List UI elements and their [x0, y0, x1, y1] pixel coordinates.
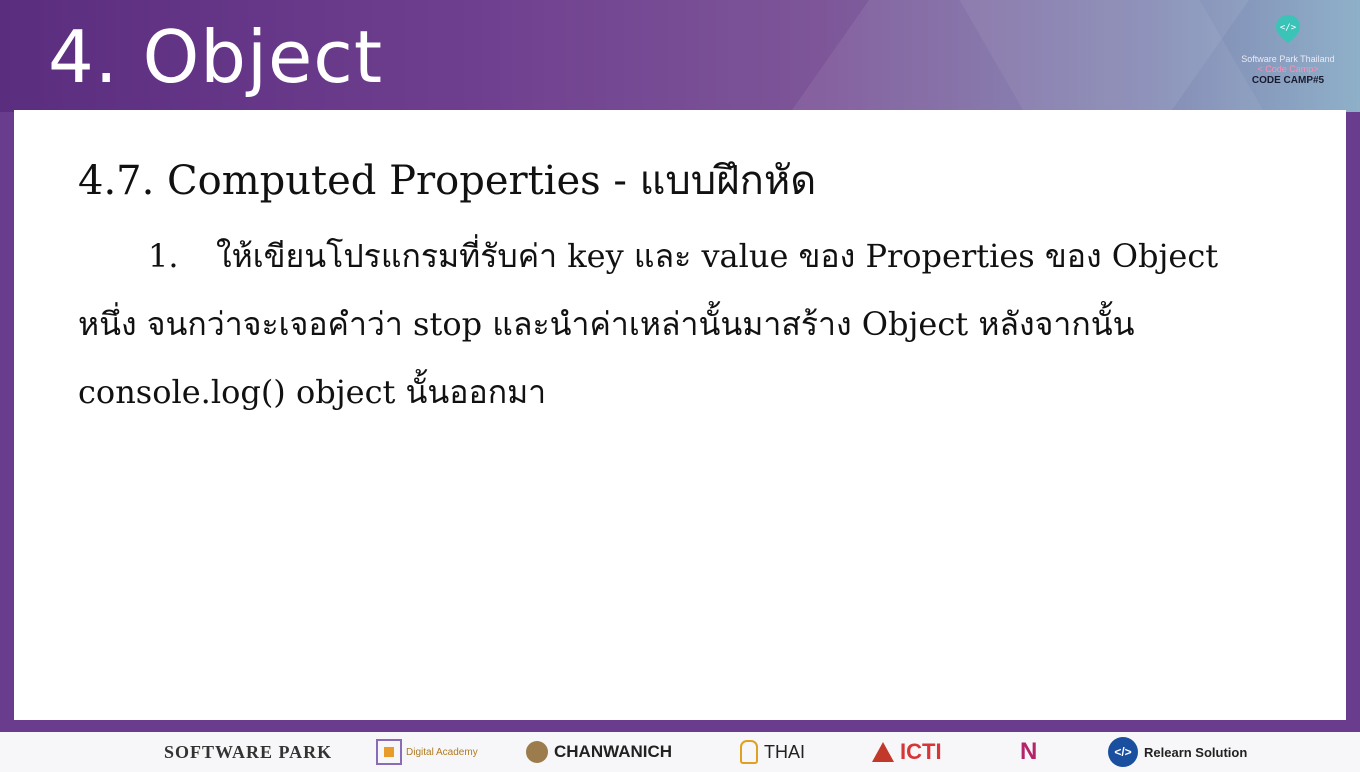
- thai-programmer-logo: THAI: [740, 738, 805, 766]
- code-icon: </>: [1108, 737, 1138, 767]
- slide-header: 4. Object </> Software Park Thailand < C…: [0, 0, 1360, 112]
- chanwanich-logo: CHANWANICH: [526, 738, 672, 766]
- section-heading: 4.7. Computed Properties - แบบฝึกหัด: [78, 158, 817, 204]
- exercise-line-3: console.log() object นั้นออกมา: [78, 373, 547, 411]
- exercise-line-1: 1. ให้เขียนโปรแกรมที่รับค่า key และ value…: [78, 222, 1318, 290]
- digital-academy-logo: Digital Academy: [376, 738, 478, 766]
- exercise-line-2: หนึ่ง จนกว่าจะเจอคำว่า stop และนำค่าเหล่…: [78, 305, 1135, 343]
- chip-icon: [376, 739, 402, 765]
- n-logo: N: [1020, 738, 1038, 765]
- icti-logo: ICTI: [872, 738, 942, 766]
- bulb-icon: [740, 740, 758, 764]
- item-number: 1.: [148, 237, 179, 275]
- thai-programmer-label: THAI: [764, 741, 806, 762]
- triangle-icon: [872, 742, 894, 762]
- brand-line-3: CODE CAMP#5: [1251, 75, 1325, 86]
- exercise-line-1-text: ให้เขียนโปรแกรมที่รับค่า key และ value ข…: [216, 237, 1219, 275]
- sponsor-footer: SOFTWARE PARK Digital Academy CHANWANICH…: [0, 728, 1360, 772]
- brand-line-1: Software Park Thailand: [1241, 54, 1335, 64]
- digital-academy-label: Digital Academy: [406, 746, 478, 758]
- slide-content: 4.7. Computed Properties - แบบฝึกหัด 1. ใ…: [14, 110, 1346, 720]
- slide-title: 4. Object: [48, 15, 384, 99]
- code-camp-logo: </> Software Park Thailand < Code Camp> …: [1238, 14, 1338, 87]
- chanwanich-icon: [526, 741, 548, 763]
- icti-label: ICTI: [900, 739, 942, 764]
- code-pin-icon: </>: [1275, 14, 1301, 43]
- software-park-logo: SOFTWARE PARK: [164, 741, 333, 762]
- exercise-text: 1. ให้เขียนโปรแกรมที่รับค่า key และ value…: [78, 222, 1318, 426]
- brand-line-2: < Code Camp>: [1257, 64, 1319, 74]
- relearn-logo: </> Relearn Solution: [1108, 737, 1248, 767]
- relearn-label: Relearn Solution: [1144, 744, 1248, 760]
- chanwanich-label: CHANWANICH: [554, 742, 673, 761]
- svg-text:</>: </>: [1280, 23, 1297, 33]
